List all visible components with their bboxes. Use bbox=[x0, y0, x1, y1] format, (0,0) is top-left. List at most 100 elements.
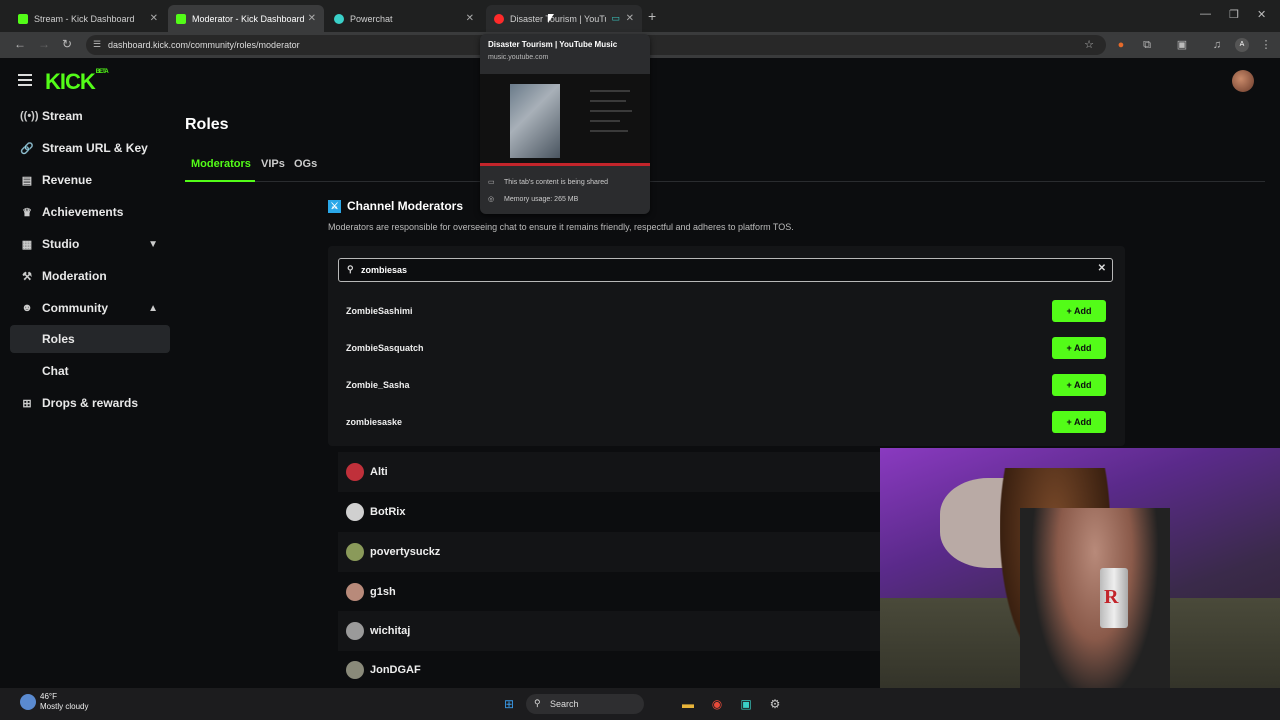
sidebar: KICKBETA ((•)) Stream 🔗 Stream URL & Key… bbox=[0, 58, 180, 688]
hamburger-menu-icon[interactable] bbox=[18, 74, 32, 86]
page-title: Roles bbox=[185, 116, 229, 133]
close-icon[interactable]: ✕ bbox=[466, 13, 474, 24]
add-moderator-button[interactable]: + Add bbox=[1052, 411, 1106, 433]
avatar bbox=[346, 583, 364, 601]
sidebar-item-label: Drops & rewards bbox=[42, 396, 139, 410]
windows-taskbar: 46°F Mostly cloudy ⊞ ⚲ Search ▬ ◉ ▣ ⚙ bbox=[0, 688, 1280, 720]
tab-hover-preview: Disaster Tourism | YouTube Music music.y… bbox=[480, 34, 650, 214]
avatar bbox=[346, 661, 364, 679]
beta-badge: BETA bbox=[95, 69, 109, 75]
moderator-name: BotRix bbox=[370, 506, 406, 518]
moderator-name: povertysuckz bbox=[370, 546, 441, 558]
chrome-icon[interactable]: ◉ bbox=[709, 696, 725, 712]
tab-title: Moderator - Kick Dashboard bbox=[192, 13, 305, 24]
media-icon[interactable]: ♫ bbox=[1210, 38, 1224, 52]
grid-icon: ▦ bbox=[21, 238, 33, 251]
search-result[interactable]: Zombie_Sasha + Add bbox=[346, 374, 1106, 396]
tab-ogs[interactable]: OGs bbox=[294, 158, 317, 170]
sidebar-item-label: Achievements bbox=[42, 205, 124, 219]
memory-usage-text: Memory usage: 265 MB bbox=[504, 195, 579, 203]
browser-tab-strip: Stream - Kick Dashboard ✕ Moderator - Ki… bbox=[0, 0, 1280, 32]
file-explorer-icon[interactable]: ▬ bbox=[680, 696, 696, 712]
memory-icon: ◎ bbox=[488, 196, 495, 203]
search-result[interactable]: ZombieSasquatch + Add bbox=[346, 337, 1106, 359]
broadcast-icon: ((•)) bbox=[20, 110, 39, 122]
kick-logo[interactable]: KICKBETA bbox=[45, 69, 109, 95]
moderator-name: Alti bbox=[370, 466, 388, 478]
tab-title: Disaster Tourism | YouTube bbox=[510, 13, 606, 24]
memory-usage: ◎ Memory usage: 265 MB bbox=[488, 195, 579, 204]
preview-title: Disaster Tourism | YouTube Music bbox=[488, 40, 618, 49]
settings-gear-icon[interactable]: ⚙ bbox=[767, 696, 783, 712]
moderator-name: JonDGAF bbox=[370, 664, 421, 676]
new-tab-icon[interactable]: + bbox=[648, 8, 656, 24]
url-text: dashboard.kick.com/community/roles/moder… bbox=[108, 40, 300, 50]
clear-search-icon[interactable]: ✕ bbox=[1098, 263, 1106, 274]
sidebar-item-stream-url-key[interactable]: 🔗 Stream URL & Key bbox=[10, 134, 170, 162]
tab-moderators[interactable]: Moderators bbox=[191, 158, 251, 170]
result-username: ZombieSashimi bbox=[346, 306, 413, 316]
window-close-icon[interactable]: ✕ bbox=[1257, 8, 1266, 21]
kick-icon bbox=[176, 13, 186, 24]
add-moderator-button[interactable]: + Add bbox=[1052, 374, 1106, 396]
section-title-text: Channel Moderators bbox=[347, 199, 464, 213]
sidebar-item-label: Chat bbox=[42, 364, 69, 378]
tab-title: Powerchat bbox=[350, 13, 393, 24]
logo-text: KICK bbox=[45, 69, 96, 94]
sidebar-item-community[interactable]: ☻ Community ▲ bbox=[10, 294, 170, 322]
sidebar-item-revenue[interactable]: ▤ Revenue bbox=[10, 166, 170, 194]
browser-tab[interactable]: Stream - Kick Dashboard ✕ bbox=[10, 5, 166, 32]
sidebar-item-label: Studio bbox=[42, 237, 80, 251]
sidebar-item-studio[interactable]: ▦ Studio ▼ bbox=[10, 230, 170, 258]
tab-vips[interactable]: VIPs bbox=[261, 158, 285, 170]
back-icon[interactable]: ← bbox=[14, 37, 26, 51]
browser-tab-active[interactable]: Moderator - Kick Dashboard ✕ bbox=[168, 5, 324, 32]
moderator-sword-icon: ⚔ bbox=[328, 199, 341, 213]
search-input[interactable]: ⚲ zombiesas ✕ bbox=[338, 258, 1113, 282]
bookmark-star-icon[interactable]: ☆ bbox=[1082, 38, 1096, 52]
add-moderator-button[interactable]: + Add bbox=[1052, 337, 1106, 359]
minimize-icon[interactable]: — bbox=[1200, 8, 1211, 20]
close-icon[interactable]: ✕ bbox=[626, 13, 634, 24]
reload-icon[interactable]: ↻ bbox=[62, 37, 72, 51]
search-icon: ⚲ bbox=[534, 698, 541, 708]
avatar bbox=[346, 463, 364, 481]
sharing-note-text: This tab's content is being shared bbox=[504, 178, 609, 186]
extension-icon[interactable]: ● bbox=[1114, 38, 1128, 52]
sidebar-item-moderation[interactable]: ⚒ Moderation bbox=[10, 262, 170, 290]
extensions-puzzle-icon[interactable]: ⧉ bbox=[1140, 38, 1154, 52]
weather-icon bbox=[20, 694, 36, 710]
browser-tab[interactable]: Powerchat ✕ bbox=[326, 5, 482, 32]
search-result[interactable]: ZombieSashimi + Add bbox=[346, 300, 1106, 322]
sidebar-item-achievements[interactable]: ♛ Achievements bbox=[10, 198, 170, 226]
avatar bbox=[346, 622, 364, 640]
sidebar-item-label: Stream bbox=[42, 109, 83, 123]
add-moderator-button[interactable]: + Add bbox=[1052, 300, 1106, 322]
browser-tab[interactable]: Disaster Tourism | YouTube ▭ ✕ bbox=[486, 5, 642, 32]
chevron-up-icon: ▲ bbox=[148, 302, 158, 314]
weather-widget[interactable]: 46°F Mostly cloudy bbox=[20, 692, 88, 712]
progress-bar bbox=[480, 163, 650, 166]
close-icon[interactable]: ✕ bbox=[150, 13, 158, 24]
search-result[interactable]: zombiesaske + Add bbox=[346, 411, 1106, 433]
moderator-name: wichitaj bbox=[370, 625, 411, 637]
youtube-music-icon bbox=[494, 13, 504, 24]
close-icon[interactable]: ✕ bbox=[308, 13, 316, 24]
sidebar-item-chat[interactable]: Chat bbox=[10, 357, 170, 385]
site-info-icon[interactable]: ☰ bbox=[93, 39, 101, 50]
sidebar-item-stream[interactable]: ((•)) Stream bbox=[10, 102, 170, 130]
moderator-name: g1sh bbox=[370, 586, 396, 598]
maximize-icon[interactable]: ❐ bbox=[1229, 8, 1239, 21]
preview-domain: music.youtube.com bbox=[488, 54, 549, 61]
profile-icon[interactable]: A bbox=[1235, 38, 1249, 52]
sidebar-item-drops-rewards[interactable]: ⊞ Drops & rewards bbox=[10, 389, 170, 417]
taskbar-search[interactable]: ⚲ Search bbox=[526, 694, 644, 714]
user-avatar[interactable] bbox=[1232, 70, 1254, 92]
cast-icon[interactable]: ▣ bbox=[1175, 38, 1189, 52]
forward-icon[interactable]: → bbox=[38, 37, 50, 51]
windows-start-icon[interactable]: ⊞ bbox=[501, 696, 517, 712]
app-icon[interactable]: ▣ bbox=[738, 696, 754, 712]
sidebar-item-label: Stream URL & Key bbox=[42, 141, 148, 155]
more-menu-icon[interactable]: ⋮ bbox=[1259, 38, 1273, 52]
sidebar-item-roles[interactable]: Roles bbox=[10, 325, 170, 353]
